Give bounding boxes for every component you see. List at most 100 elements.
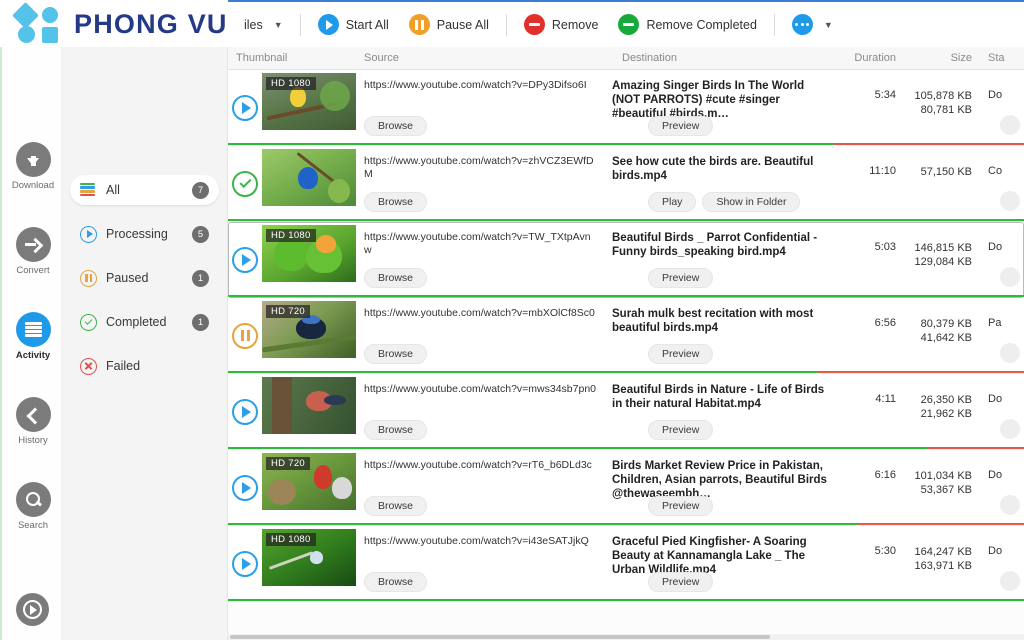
row-thumbnail[interactable]: HD 1080 <box>262 225 356 282</box>
status-cell: Do <box>980 374 1024 449</box>
table-row[interactable]: HD 1080 https://www.youtube.com/watch?v=T… <box>228 222 1024 298</box>
sidebar-item-download[interactable]: Download <box>2 142 64 191</box>
table-row[interactable]: https://www.youtube.com/watch?v=mws34sb7… <box>228 374 1024 450</box>
table-row[interactable]: https://www.youtube.com/watch?v=zhVCZ3EW… <box>228 146 1024 222</box>
row-thumbnail[interactable] <box>262 149 356 206</box>
column-header-size[interactable]: Size <box>904 52 980 64</box>
row-status-icon[interactable] <box>228 70 262 145</box>
chevron-down-icon: ▼ <box>273 19 283 30</box>
column-header-status[interactable]: Sta <box>980 52 1024 64</box>
source-url[interactable]: https://www.youtube.com/watch?v=mws34sb7… <box>364 383 596 396</box>
source-url[interactable]: https://www.youtube.com/watch?v=i43eSATJ… <box>364 535 596 548</box>
filter-processing[interactable]: Processing 5 <box>70 219 219 249</box>
play-button[interactable]: Play <box>648 192 697 212</box>
destination-cell: Surah mulk best recitation with most bea… <box>604 298 838 373</box>
add-files-dropdown[interactable]: iles ▼ <box>234 14 293 36</box>
row-thumbnail[interactable]: HD 720 <box>262 301 356 358</box>
preview-button[interactable]: Preview <box>648 268 714 288</box>
duration-cell: 5:34 <box>838 70 904 145</box>
status-filter-panel: All 7 Processing 5 Paused 1 Completed 1 … <box>62 47 228 640</box>
browse-button[interactable]: Browse <box>364 496 428 516</box>
row-menu-button[interactable] <box>1000 191 1020 211</box>
browse-button[interactable]: Browse <box>364 344 428 364</box>
row-status-icon[interactable] <box>228 146 262 221</box>
size-total: 57,150 KB <box>920 166 972 178</box>
sidebar-item-history[interactable]: History <box>2 397 64 446</box>
row-thumbnail[interactable]: HD 1080 <box>262 73 356 130</box>
table-header-row: Thumbnail Source Destination Duration Si… <box>228 47 1024 70</box>
preview-button[interactable]: Preview <box>648 496 714 516</box>
preview-button[interactable]: Preview <box>648 420 714 440</box>
browse-button[interactable]: Browse <box>364 420 428 440</box>
preview-button[interactable]: Preview <box>648 344 714 364</box>
pause-all-button[interactable]: Pause All <box>399 10 499 39</box>
filter-paused[interactable]: Paused 1 <box>70 263 219 293</box>
row-menu-button[interactable] <box>1000 419 1020 439</box>
download-icon <box>15 142 51 177</box>
preview-button[interactable]: Preview <box>648 116 714 136</box>
progress-remaining <box>856 522 1024 525</box>
row-thumbnail[interactable] <box>262 377 356 434</box>
filter-count-badge: 1 <box>192 269 209 287</box>
more-dots-icon <box>791 14 813 35</box>
filter-failed[interactable]: Failed <box>70 351 219 381</box>
row-status-icon[interactable] <box>228 374 262 449</box>
play-circle-icon <box>16 593 49 626</box>
browse-button[interactable]: Browse <box>364 572 428 592</box>
source-url[interactable]: https://www.youtube.com/watch?v=rT6_b6DL… <box>364 459 596 472</box>
browse-button[interactable]: Browse <box>364 192 428 212</box>
column-header-thumbnail[interactable]: Thumbnail <box>228 52 356 64</box>
media-player-button[interactable] <box>16 593 49 626</box>
remove-completed-button[interactable]: Remove Completed <box>608 10 766 39</box>
sidebar-item-convert[interactable]: Convert <box>2 227 64 276</box>
row-menu-button[interactable] <box>1000 495 1020 515</box>
row-actions: Play Show in Folder <box>648 192 801 212</box>
quality-badge: HD 720 <box>266 305 311 318</box>
table-row[interactable]: HD 720 https://www.youtube.com/watch?v=mb… <box>228 298 1024 374</box>
browse-button[interactable]: Browse <box>364 268 428 288</box>
more-options-button[interactable]: ▼ <box>782 10 843 39</box>
status-text: Co <box>988 165 1003 177</box>
show-in-folder-button[interactable]: Show in Folder <box>702 192 801 212</box>
destination-cell: Graceful Pied Kingfisher- A Soaring Beau… <box>604 526 838 601</box>
row-menu-button[interactable] <box>1000 343 1020 363</box>
filter-all[interactable]: All 7 <box>70 175 219 205</box>
start-all-button[interactable]: Start All <box>308 10 399 39</box>
source-url[interactable]: https://www.youtube.com/watch?v=zhVCZ3EW… <box>364 155 596 181</box>
x-circle-icon <box>80 357 97 375</box>
source-url[interactable]: https://www.youtube.com/watch?v=TW_TXtpA… <box>364 231 596 257</box>
size-cell: 26,350 KB 21,962 KB <box>904 374 980 449</box>
status-text: Do <box>988 89 1003 101</box>
row-status-icon[interactable] <box>228 298 262 373</box>
row-status-icon[interactable] <box>228 222 262 297</box>
row-thumbnail[interactable]: HD 1080 <box>262 529 356 586</box>
table-row[interactable]: HD 720 https://www.youtube.com/watch?v=rT… <box>228 450 1024 526</box>
row-thumbnail[interactable]: HD 720 <box>262 453 356 510</box>
browse-button[interactable]: Browse <box>364 116 428 136</box>
row-status-icon[interactable] <box>228 450 262 525</box>
horizontal-scrollbar[interactable] <box>228 634 1024 640</box>
table-row[interactable]: HD 1080 https://www.youtube.com/watch?v=D… <box>228 70 1024 146</box>
scrollbar-thumb[interactable] <box>230 635 770 639</box>
filter-count-badge: 7 <box>192 181 209 199</box>
browse-button-wrap: Browse <box>364 420 428 440</box>
source-url[interactable]: https://www.youtube.com/watch?v=mbXOlCf8… <box>364 307 596 320</box>
sidebar-item-activity[interactable]: Activity <box>2 312 64 361</box>
preview-button[interactable]: Preview <box>648 572 714 592</box>
column-header-destination[interactable]: Destination <box>614 52 838 64</box>
column-header-duration[interactable]: Duration <box>838 52 904 64</box>
source-url[interactable]: https://www.youtube.com/watch?v=DPy3Difs… <box>364 79 596 92</box>
filter-completed[interactable]: Completed 1 <box>70 307 219 337</box>
source-cell: https://www.youtube.com/watch?v=mbXOlCf8… <box>356 298 604 373</box>
row-menu-button[interactable] <box>1000 115 1020 135</box>
sidebar-item-search[interactable]: Search <box>2 482 64 531</box>
column-header-source[interactable]: Source <box>356 52 614 64</box>
sidebar-item-label: Activity <box>15 350 51 361</box>
row-status-icon[interactable] <box>228 526 262 601</box>
table-row[interactable]: HD 1080 https://www.youtube.com/watch?v=i… <box>228 526 1024 602</box>
row-menu-button[interactable] <box>1000 267 1020 287</box>
progress-done <box>228 370 818 373</box>
row-menu-button[interactable] <box>1000 571 1020 591</box>
remove-button[interactable]: Remove <box>514 10 609 39</box>
all-lines-icon <box>80 182 97 199</box>
